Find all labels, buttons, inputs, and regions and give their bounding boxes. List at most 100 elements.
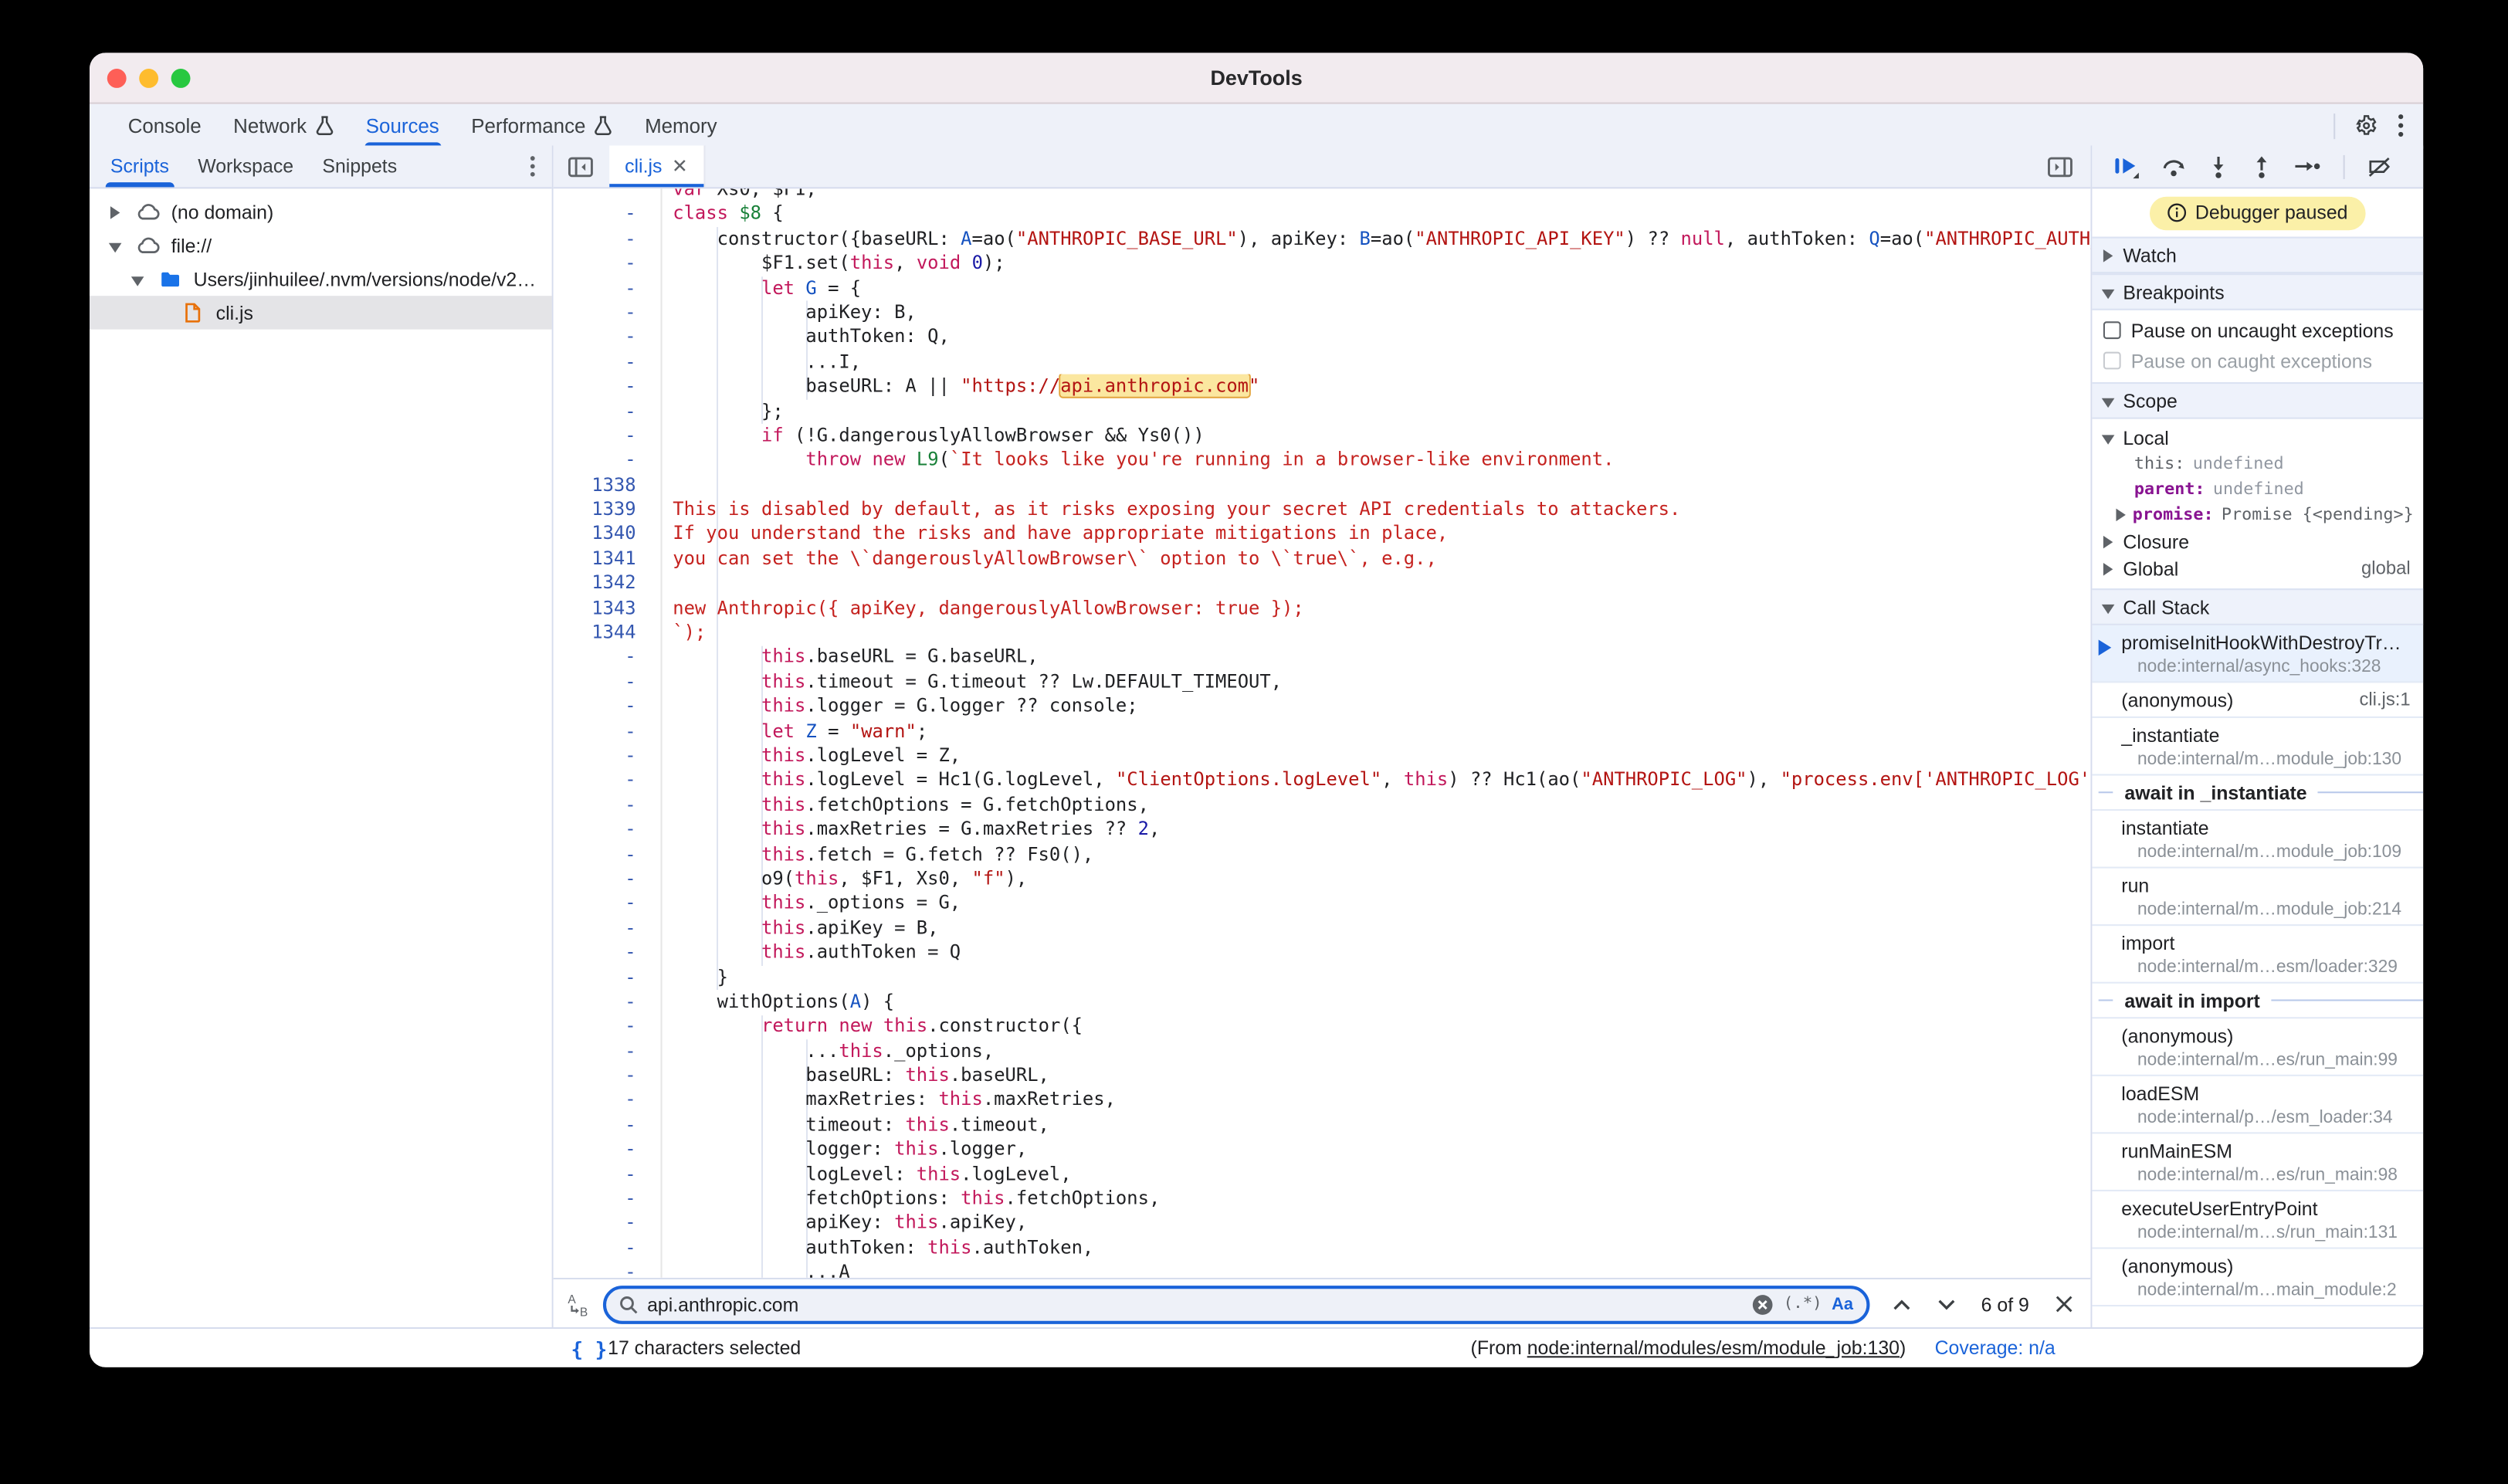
line-gutter[interactable]: - [553,227,660,252]
toggle-debugger-sidebar-icon[interactable] [2048,156,2073,177]
line-content[interactable]: o9(this, $F1, Xs0, "f"), [660,866,2091,891]
line-content[interactable]: return new this.constructor({ [660,1015,2091,1039]
line-content[interactable]: logger: this.logger, [660,1137,2091,1162]
toggle-navigator-icon[interactable] [568,156,593,177]
next-match-icon[interactable] [1937,1298,1956,1311]
line-gutter[interactable]: - [553,252,660,276]
line-content[interactable]: baseURL: this.baseURL, [660,1063,2091,1088]
line-gutter[interactable]: - [553,990,660,1015]
line-content[interactable]: constructor({baseURL: A=ao("ANTHROPIC_BA… [660,227,2091,252]
line-gutter[interactable]: - [553,1260,660,1277]
line-gutter[interactable]: - [553,1137,660,1162]
line-gutter[interactable]: - [553,1236,660,1261]
scope-section-header[interactable]: Scope [2093,382,2423,419]
callstack-frame[interactable]: executeUserEntryPointnode:internal/m…s/r… [2093,1191,2423,1249]
tree-caret-icon[interactable] [109,239,122,252]
resume-script-icon[interactable] [2113,154,2140,178]
scope-section-caret-icon[interactable] [2102,535,2115,548]
maximize-window-button[interactable] [171,68,191,87]
line-content[interactable]: If you understand the risks and have app… [660,522,2091,547]
callstack-frame[interactable]: (anonymous)cli.js:1 [2093,683,2423,718]
line-content[interactable]: } [660,965,2091,990]
watch-section-header[interactable]: Watch [2093,237,2423,274]
tree-item--no-domain-[interactable]: (no domain) [90,195,551,229]
scope-section-local[interactable]: Local [2093,424,2423,451]
line-content[interactable]: this.authToken = Q [660,940,2091,965]
line-content[interactable]: logLevel: this.logLevel, [660,1162,2091,1187]
code-viewport[interactable]: var Xs0, $F1;-class $8 {- constructor({b… [553,188,2091,1277]
line-content[interactable] [660,571,2091,596]
line-gutter[interactable]: - [553,1063,660,1088]
search-input[interactable] [647,1293,1742,1315]
navigator-tab-scripts[interactable]: Scripts [96,145,183,187]
tree-item-cli-js[interactable]: cli.js [90,296,551,329]
line-content[interactable]: $F1.set(this, void 0); [660,252,2091,276]
line-content[interactable]: ...I, [660,350,2091,374]
line-content[interactable]: maxRetries: this.maxRetries, [660,1088,2091,1113]
editor-tab-clijs[interactable]: cli.js ✕ [608,145,705,187]
line-gutter[interactable]: - [553,202,660,227]
regex-toggle-icon[interactable]: (.*) [1784,1296,1822,1313]
source-origin-link[interactable]: node:internal/modules/esm/module_job:130 [1527,1337,1900,1359]
line-gutter[interactable]: 1340 [553,522,660,547]
line-content[interactable]: this.logger = G.logger ?? console; [660,694,2091,719]
line-content[interactable]: baseURL: A || "https://api.anthropic.com… [660,374,2091,399]
callstack-frame[interactable]: importnode:internal/m…esm/loader:329 [2093,926,2423,984]
line-content[interactable]: var Xs0, $F1; [660,188,2091,202]
line-gutter[interactable] [553,188,660,202]
close-window-button[interactable] [107,68,127,87]
line-content[interactable]: This is disabled by default, as it risks… [660,497,2091,522]
tree-caret-icon[interactable] [109,205,122,219]
line-content[interactable]: this.logLevel = Hc1(G.logLevel, "ClientO… [660,768,2091,793]
line-content[interactable]: this.maxRetries = G.maxRetries ?? 2, [660,818,2091,842]
line-gutter[interactable]: - [553,1113,660,1137]
line-content[interactable]: this.timeout = G.timeout ?? Lw.DEFAULT_T… [660,669,2091,694]
callstack-frame[interactable]: runnode:internal/m…module_job:214 [2093,869,2423,927]
callstack-frame[interactable]: loadESMnode:internal/p…/esm_loader:34 [2093,1076,2423,1134]
tab-network[interactable]: Network [217,104,350,147]
scope-section-caret-icon[interactable] [2102,431,2115,444]
settings-gear-icon[interactable] [2354,114,2378,137]
tree-item-users-jinhuilee-nvm-versions-node-v2-[interactable]: Users/jinhuilee/.nvm/versions/node/v2… [90,263,551,296]
line-content[interactable]: you can set the \`dangerouslyAllowBrowse… [660,547,2091,571]
line-gutter[interactable]: - [553,374,660,399]
line-content[interactable]: withOptions(A) { [660,990,2091,1015]
clear-search-icon[interactable] [1751,1293,1774,1315]
line-content[interactable]: this.fetch = G.fetch ?? Fs0(), [660,842,2091,867]
step-over-icon[interactable] [2161,155,2187,178]
line-gutter[interactable]: 1339 [553,497,660,522]
checkbox[interactable] [2104,321,2122,339]
line-content[interactable]: ...this._options, [660,1039,2091,1064]
line-gutter[interactable]: - [553,276,660,300]
line-content[interactable]: this.apiKey = B, [660,916,2091,940]
line-content[interactable]: this._options = G, [660,891,2091,916]
line-gutter[interactable]: - [553,916,660,940]
line-gutter[interactable]: - [553,325,660,350]
scope-property-this[interactable]: this:undefined [2093,451,2423,476]
step-out-icon[interactable] [2251,154,2273,178]
line-gutter[interactable]: - [553,300,660,325]
callstack-frame[interactable]: _instantiatenode:internal/m…module_job:1… [2093,718,2423,776]
line-content[interactable]: this.fetchOptions = G.fetchOptions, [660,793,2091,818]
line-gutter[interactable]: - [553,1211,660,1236]
pretty-print-icon[interactable]: { } [571,1336,607,1360]
line-content[interactable] [660,473,2091,497]
line-gutter[interactable]: - [553,768,660,793]
tree-item-file-[interactable]: file:// [90,229,551,262]
tab-sources[interactable]: Sources [350,104,455,147]
line-content[interactable]: throw new L9(`It looks like you're runni… [660,449,2091,473]
tab-memory[interactable]: Memory [629,104,733,147]
line-gutter[interactable]: - [553,449,660,473]
line-content[interactable]: this.baseURL = G.baseURL, [660,645,2091,670]
line-gutter[interactable]: - [553,1162,660,1187]
line-gutter[interactable]: 1341 [553,547,660,571]
close-tab-icon[interactable]: ✕ [672,155,688,178]
line-content[interactable]: authToken: this.authToken, [660,1236,2091,1261]
line-gutter[interactable]: - [553,940,660,965]
line-content[interactable]: apiKey: this.apiKey, [660,1211,2091,1236]
line-content[interactable]: this.logLevel = Z, [660,744,2091,768]
line-content[interactable]: let Z = "warn"; [660,719,2091,744]
deactivate-breakpoints-icon[interactable] [2367,156,2393,177]
line-content[interactable]: authToken: Q, [660,325,2091,350]
line-content[interactable]: }; [660,399,2091,424]
